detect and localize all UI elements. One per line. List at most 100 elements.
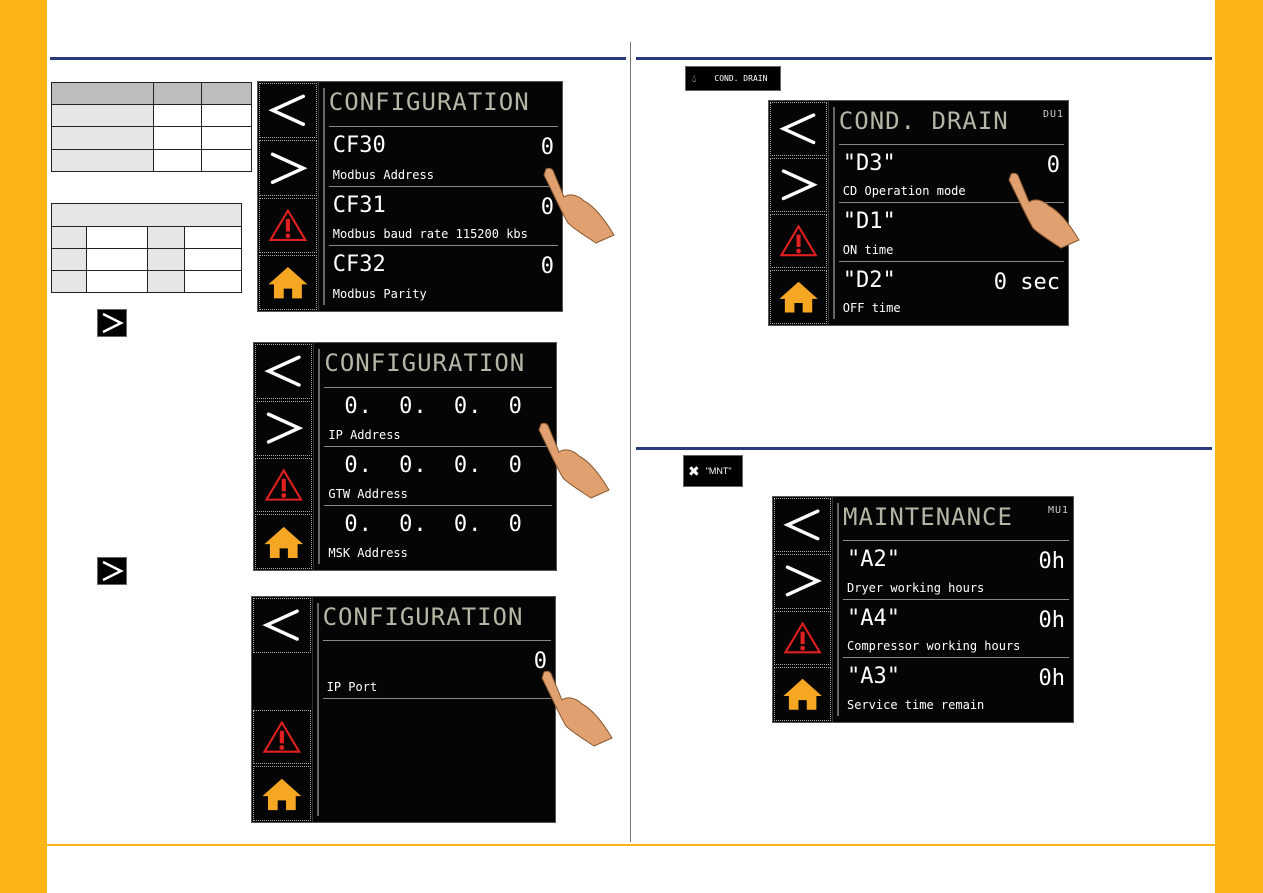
next-button[interactable] (255, 400, 313, 456)
parameter-label: Dryer working hours (847, 580, 985, 595)
parameter-label: MSK Address (328, 546, 408, 561)
parameter-row[interactable]: "A3" 0h Service time remain (843, 658, 1069, 716)
home-icon (262, 778, 302, 810)
parameter-value[interactable]: 0 (1047, 153, 1060, 178)
parameter-row[interactable]: 0 IP Port (322, 641, 551, 699)
parameter-row[interactable]: CF32 0 Modbus Parity (329, 246, 558, 305)
screen-badge: MU1 (1047, 505, 1069, 516)
screen-title: CONFIGURATION (324, 349, 526, 377)
chevron-left-icon (779, 113, 816, 145)
screen-nav-column (254, 343, 315, 570)
home-button[interactable] (770, 270, 827, 324)
parameter-code: 0. 0. 0. 0 (344, 511, 523, 537)
parameter-code: "A2" (847, 547, 900, 573)
warning-icon (268, 208, 308, 241)
screen-content: CONFIGURATION 0 IP Port (316, 603, 555, 816)
screen-title-bar: MAINTENANCE MU1 (843, 503, 1069, 542)
screen-content: MAINTENANCE MU1 "A2" 0h Dryer working hours "… (837, 503, 1073, 716)
parameter-row[interactable]: 0. 0. 0. 0 GTW Address (324, 447, 552, 506)
parameter-code: "D2" (842, 267, 896, 293)
warning-icon (262, 720, 301, 753)
configuration-screen-modbus: CONFIGURATION CF30 0 Modbus Address CF31 0 Mod… (257, 81, 563, 312)
chevron-right-icon (102, 312, 124, 334)
next-button[interactable] (259, 140, 317, 196)
parameter-row[interactable]: CF30 0 Modbus Address (328, 127, 558, 187)
parameter-row[interactable]: "D3" 0 CD Operation mode (838, 145, 1064, 204)
home-button[interactable] (259, 254, 317, 310)
cond-drain-screen: COND. DRAIN DU1 "D3" 0 CD Operation mode "D1"… (768, 100, 1069, 326)
parameter-code: CF31 (332, 192, 386, 218)
alarm-button[interactable] (774, 610, 831, 665)
maintenance-screen: MAINTENANCE MU1 "A2" 0h Dryer working hours "… (772, 496, 1074, 723)
next-button-small-2[interactable] (97, 557, 127, 585)
parameter-row[interactable]: "D1" 0 ON time (838, 203, 1064, 262)
cond-drain-menu-button[interactable]: 💧︎ COND. DRAIN (685, 66, 781, 91)
parameter-row[interactable]: 0. 0. 0. 0 IP Address (324, 388, 552, 447)
parameter-value[interactable]: 0 sec (994, 270, 1060, 295)
warning-icon (783, 621, 822, 654)
screen-title-bar: CONFIGURATION (328, 88, 558, 128)
screen-title-bar: COND. DRAIN DU1 (838, 107, 1064, 146)
settings-table-1 (51, 82, 252, 172)
screen-title: MAINTENANCE (843, 503, 1013, 531)
parameter-value[interactable]: 0 (541, 254, 554, 279)
chevron-right-icon (785, 565, 822, 597)
parameter-value[interactable]: 0 (541, 135, 554, 160)
parameter-value[interactable]: 0h (1039, 549, 1066, 574)
parameter-code: 0. 0. 0. 0 (344, 393, 523, 419)
next-button-small-1[interactable] (97, 309, 127, 337)
drop-icon: 💧︎ (692, 71, 697, 85)
section-rule-left (50, 57, 626, 60)
screen-nav-column (773, 497, 833, 722)
parameter-row[interactable]: 0. 0. 0. 0 MSK Address (324, 506, 552, 564)
chevron-left-icon (264, 355, 301, 387)
parameter-label: Modbus Parity (332, 287, 427, 302)
parameter-value[interactable]: 0h (1039, 608, 1066, 633)
alarm-button[interactable] (259, 197, 317, 253)
alarm-button[interactable] (770, 214, 827, 268)
parameter-row[interactable]: CF31 0 Modbus baud rate 115200 kbs (328, 187, 558, 247)
parameter-label: Service time remain (847, 698, 985, 713)
alarm-button[interactable] (255, 457, 313, 513)
back-button[interactable] (259, 83, 317, 139)
home-icon (779, 281, 818, 313)
parameter-row[interactable]: "D2" 0 sec OFF time (839, 262, 1064, 319)
screen-nav-column (769, 101, 829, 325)
parameter-value[interactable]: 0h (1039, 666, 1066, 691)
back-button[interactable] (774, 498, 831, 553)
mnt-label: "MNT" (705, 466, 732, 476)
parameter-code: "A3" (847, 664, 900, 690)
section-rule-right-bottom (636, 447, 1212, 450)
screen-content: CONFIGURATION CF30 0 Modbus Address CF31 0 Mod… (322, 88, 562, 305)
screen-title: CONFIGURATION (322, 603, 524, 631)
home-button[interactable] (255, 514, 313, 569)
back-button[interactable] (255, 344, 313, 399)
chevron-right-icon (270, 152, 308, 184)
maintenance-menu-button[interactable]: ✖ "MNT" (683, 455, 743, 487)
screen-title: COND. DRAIN (838, 107, 1009, 135)
chevron-left-icon (783, 509, 820, 541)
back-button[interactable] (770, 102, 827, 156)
screen-badge: DU1 (1042, 109, 1064, 120)
right-accent-bar (1215, 0, 1263, 893)
screen-title: CONFIGURATION (328, 88, 530, 116)
chevron-right-icon (266, 412, 304, 444)
parameter-value[interactable]: 0 (1047, 211, 1060, 236)
home-button[interactable] (253, 766, 311, 821)
parameter-row[interactable]: "A4" 0h Compressor working hours (843, 600, 1069, 659)
parameter-label: Modbus Address (332, 167, 434, 182)
next-button[interactable] (774, 554, 831, 609)
back-button[interactable] (253, 598, 311, 653)
empty-slot (253, 655, 311, 708)
home-button[interactable] (774, 666, 831, 721)
parameter-row[interactable]: "A2" 0h Dryer working hours (843, 541, 1069, 600)
next-button[interactable] (770, 158, 827, 212)
parameter-value[interactable]: 0 (541, 195, 554, 220)
parameter-code: CF32 (332, 252, 386, 278)
screen-content: COND. DRAIN DU1 "D3" 0 CD Operation mode "D1"… (832, 107, 1068, 319)
alarm-button[interactable] (253, 709, 311, 765)
warning-icon (264, 468, 303, 501)
parameter-value[interactable]: 0 (534, 649, 547, 674)
chevron-left-icon (262, 609, 299, 642)
chevron-right-icon (102, 560, 124, 582)
